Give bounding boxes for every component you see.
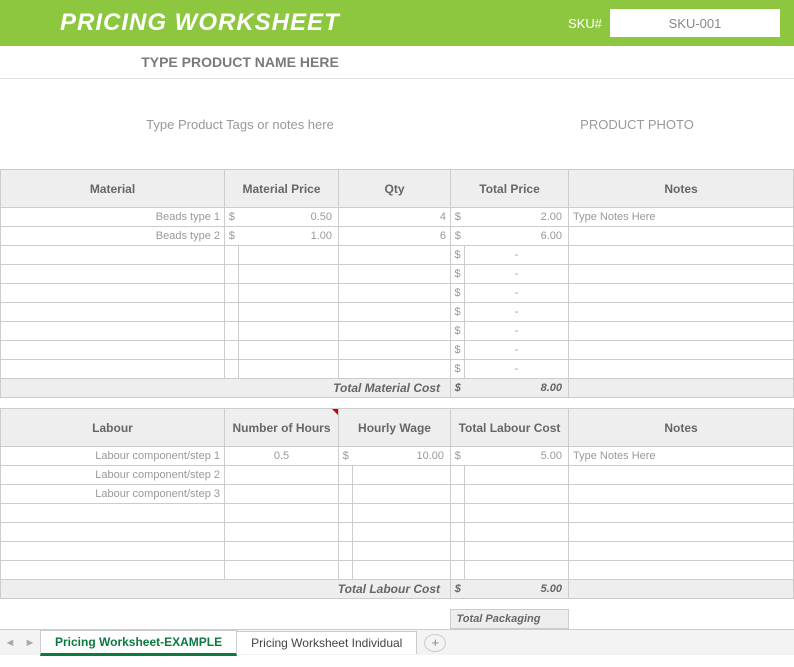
table-row[interactable]: Labour component/step 1 0.5 $10.00 $5.00… (1, 447, 794, 466)
product-photo-placeholder[interactable]: PRODUCT PHOTO (480, 117, 794, 132)
table-row[interactable]: Labour component/step 3 (1, 485, 794, 504)
sku-label: SKU# (568, 16, 602, 31)
col-wage: Hourly Wage (339, 409, 451, 447)
table-row[interactable]: $- (1, 265, 794, 284)
product-tags-input[interactable]: Type Product Tags or notes here (0, 117, 480, 132)
table-row[interactable] (1, 542, 794, 561)
labour-table: Labour Number of Hours Hourly Wage Total… (0, 408, 794, 599)
col-labour: Labour (1, 409, 225, 447)
tab-example[interactable]: Pricing Worksheet-EXAMPLE (40, 630, 237, 656)
material-total-row: Total Material Cost $8.00 (1, 379, 794, 398)
scroll-left-icon[interactable]: ◄ (0, 637, 20, 649)
tab-individual[interactable]: Pricing Worksheet Individual (236, 631, 417, 654)
labour-total-row: Total Labour Cost $5.00 (1, 580, 794, 599)
table-row[interactable]: Beads type 1 $0.50 4 $2.00 Type Notes He… (1, 208, 794, 227)
table-row[interactable]: Labour component/step 2 (1, 466, 794, 485)
product-name-input[interactable]: TYPE PRODUCT NAME HERE (0, 46, 480, 78)
sku-input[interactable]: SKU-001 (610, 9, 780, 37)
col-labour-total: Total Labour Cost (451, 409, 569, 447)
col-material: Material (1, 170, 225, 208)
table-row[interactable]: $- (1, 284, 794, 303)
header-bar: PRICING WORKSHEET SKU# SKU-001 (0, 0, 794, 46)
col-material-price: Material Price (225, 170, 339, 208)
packaging-header: Total Packaging (0, 609, 794, 629)
page-title: PRICING WORKSHEET (60, 9, 568, 37)
sheet-tabs: ◄ ► Pricing Worksheet-EXAMPLE Pricing Wo… (0, 629, 794, 655)
scroll-right-icon[interactable]: ► (20, 637, 40, 649)
table-row[interactable]: $- (1, 246, 794, 265)
table-row[interactable] (1, 504, 794, 523)
table-row[interactable]: $- (1, 303, 794, 322)
col-total-price: Total Price (451, 170, 569, 208)
table-row[interactable]: $- (1, 341, 794, 360)
col-labour-notes: Notes (569, 409, 794, 447)
table-row[interactable] (1, 523, 794, 542)
table-row[interactable] (1, 561, 794, 580)
table-row[interactable]: $- (1, 322, 794, 341)
table-row[interactable]: Beads type 2 $1.00 6 $6.00 (1, 227, 794, 246)
col-qty: Qty (339, 170, 451, 208)
material-table: Material Material Price Qty Total Price … (0, 169, 794, 398)
col-notes: Notes (569, 170, 794, 208)
table-row[interactable]: $- (1, 360, 794, 379)
col-hours: Number of Hours (225, 409, 339, 447)
add-sheet-button[interactable]: + (424, 634, 446, 652)
